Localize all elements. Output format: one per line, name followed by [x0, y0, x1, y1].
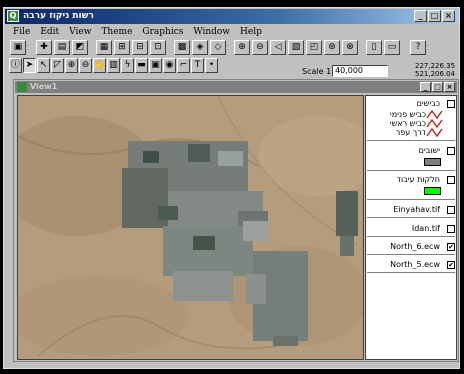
area-of-interest-icon[interactable]: ▬: [135, 58, 148, 73]
view-window: View1 _ □ × כבישים כביש פנימי כביש ראשי …: [13, 79, 459, 362]
button-bar: ▣ ✚ ▤ ◩ ▦ ⊞ ⊟ ⊡ ▩ ◈ ◇ ⊕ ⊖ ◁ ▧ ◰ ⊛ ⊗ ▯ ▭ …: [6, 40, 456, 58]
toc-divider: [367, 272, 455, 273]
scale-label: Scale 1:: [302, 67, 334, 76]
measure-icon[interactable]: ▥: [107, 58, 120, 73]
menu-file[interactable]: File: [8, 25, 35, 39]
menu-bar: File Edit View Theme Graphics Window Hel…: [8, 25, 267, 39]
hotlink-icon[interactable]: ϟ: [121, 58, 134, 73]
snap-icon[interactable]: ⌐: [177, 58, 190, 73]
road-symbol-icon: [426, 109, 443, 137]
zoom-in-fixed-icon[interactable]: ⊕: [234, 40, 250, 55]
toc-divider: [367, 254, 455, 255]
north5-layer-label[interactable]: North_5.ecw: [390, 260, 440, 269]
settlements-checkbox[interactable]: [447, 147, 455, 155]
view-title-bar: View1 _ □ ×: [15, 81, 457, 93]
settlements-theme-label[interactable]: ישובים: [419, 146, 440, 155]
label-icon[interactable]: ▣: [149, 58, 162, 73]
app-window: Q רשות ניקוז ערבה _ □ × File Edit View T…: [3, 7, 460, 369]
satellite-image: [18, 96, 363, 359]
add-theme-icon[interactable]: ✚: [36, 40, 52, 55]
view-minimize-button[interactable]: _: [420, 82, 431, 92]
settlements-swatch: [424, 158, 441, 166]
open-table-icon[interactable]: ▦: [96, 40, 112, 55]
status-bar: [6, 365, 457, 368]
app-icon: Q: [7, 10, 19, 22]
north6-checkbox[interactable]: ✔: [447, 243, 455, 251]
idan-checkbox[interactable]: [447, 225, 455, 233]
callout-icon[interactable]: ◉: [163, 58, 176, 73]
roads-theme-label[interactable]: כבישים: [417, 99, 440, 108]
einyahav-layer-label[interactable]: Einyahav.tif: [393, 205, 440, 214]
zoom-out-icon[interactable]: ⊖: [79, 58, 92, 73]
pan-extent-icon[interactable]: ⊗: [342, 40, 358, 55]
menu-window[interactable]: Window: [188, 25, 235, 39]
tool-bar: ⓘ ➤ ↖ ◸ ⊕ ⊖ ✋ ▥ ϟ ▬ ▣ ◉ ⌐ T •: [6, 58, 456, 76]
draw-point-icon[interactable]: •: [205, 58, 218, 73]
identify-icon[interactable]: ⓘ: [9, 58, 22, 73]
find-icon[interactable]: ⊞: [114, 40, 130, 55]
coordinate-readout: 227,226.35 521,206.04: [415, 62, 455, 78]
window-title: רשות ניקוז ערבה: [23, 11, 94, 21]
toc-divider: [367, 236, 455, 237]
road-type-internal: כביש פנימי: [389, 110, 426, 119]
north6-layer-label[interactable]: North_6.ecw: [390, 242, 440, 251]
save-project-icon[interactable]: ▣: [10, 40, 26, 55]
view-close-button[interactable]: ×: [444, 82, 455, 92]
title-bar: Q רשות ניקוז ערבה _ □ ×: [5, 9, 458, 24]
menu-graphics[interactable]: Graphics: [137, 25, 188, 39]
road-type-dirt: דרך עפר: [395, 128, 426, 137]
fields-theme-label[interactable]: חלקות עיבוד: [397, 175, 440, 184]
road-type-main: כביש ראשי: [389, 119, 426, 128]
idan-layer-label[interactable]: Idan.tif: [412, 224, 440, 233]
zoom-out-fixed-icon[interactable]: ⊖: [252, 40, 268, 55]
scale-input[interactable]: 40,000: [332, 65, 388, 77]
zoom-active-themes-icon[interactable]: ◈: [192, 40, 208, 55]
view-title: View1: [30, 82, 58, 91]
view-icon: [17, 82, 27, 92]
einyahav-checkbox[interactable]: [447, 206, 455, 214]
close-button[interactable]: ×: [442, 10, 455, 22]
select-feature-icon[interactable]: ◸: [51, 58, 64, 73]
zoom-to-scale-icon[interactable]: ⊛: [324, 40, 340, 55]
toc-divider: [367, 170, 455, 171]
query-builder-icon[interactable]: ⊟: [132, 40, 148, 55]
vertex-edit-icon[interactable]: ↖: [37, 58, 50, 73]
fields-checkbox[interactable]: [447, 176, 455, 184]
north5-checkbox[interactable]: ✔: [447, 261, 455, 269]
minimize-button[interactable]: _: [414, 10, 427, 22]
layout-icon[interactable]: ▯: [366, 40, 382, 55]
select-features-icon[interactable]: ▧: [288, 40, 304, 55]
toc-divider: [367, 140, 455, 141]
zoom-previous-icon[interactable]: ◁: [270, 40, 286, 55]
table-of-contents: כבישים כביש פנימי כביש ראשי דרך עפר ישוב…: [365, 95, 457, 360]
view-maximize-button[interactable]: □: [432, 82, 443, 92]
map-display[interactable]: [17, 95, 364, 360]
clear-selection-icon[interactable]: ◰: [306, 40, 322, 55]
zoom-selected-icon[interactable]: ◇: [210, 40, 226, 55]
field-plots-south: [246, 251, 308, 346]
help-icon[interactable]: ?: [410, 40, 426, 55]
locate-address-icon[interactable]: ⊡: [150, 40, 166, 55]
maximize-button[interactable]: □: [428, 10, 441, 22]
menu-edit[interactable]: Edit: [35, 25, 64, 39]
theme-properties-icon[interactable]: ▤: [54, 40, 70, 55]
zoom-in-icon[interactable]: ⊕: [65, 58, 78, 73]
toc-divider: [367, 199, 455, 200]
pan-icon[interactable]: ✋: [93, 58, 106, 73]
text-tool-icon[interactable]: T: [191, 58, 204, 73]
roads-checkbox[interactable]: [447, 100, 455, 108]
zoom-full-extent-icon[interactable]: ▩: [174, 40, 190, 55]
menu-help[interactable]: Help: [235, 25, 267, 39]
print-icon[interactable]: ▭: [384, 40, 400, 55]
menu-view[interactable]: View: [64, 25, 96, 39]
coord-y: 521,206.04: [415, 70, 456, 78]
fields-swatch: [424, 187, 441, 195]
pointer-icon[interactable]: ➤: [23, 58, 36, 73]
menu-theme[interactable]: Theme: [96, 25, 137, 39]
coord-x: 227,226.35: [415, 62, 456, 70]
toc-divider: [367, 217, 455, 218]
edit-legend-icon[interactable]: ◩: [72, 40, 88, 55]
